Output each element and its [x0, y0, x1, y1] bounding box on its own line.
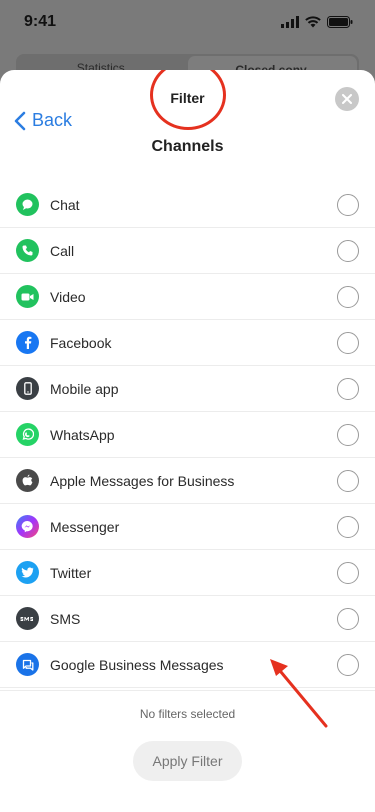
channel-row-call[interactable]: Call — [0, 228, 375, 274]
radio-button[interactable] — [337, 239, 359, 262]
channel-row-facebook[interactable]: Facebook — [0, 320, 375, 366]
radio-button[interactable] — [337, 377, 359, 400]
channel-label: SMS — [50, 610, 81, 627]
wifi-icon — [305, 16, 321, 28]
channel-row-apple-messages[interactable]: Apple Messages for Business — [0, 458, 375, 504]
back-button[interactable]: Back — [14, 110, 72, 131]
phone-icon — [16, 239, 39, 262]
channel-label: WhatsApp — [50, 426, 115, 443]
status-bar: 9:41 — [0, 0, 375, 44]
radio-button[interactable] — [337, 331, 359, 354]
chevron-left-icon — [14, 111, 26, 130]
mobile-app-icon — [16, 377, 39, 400]
channel-label: Chat — [50, 196, 80, 213]
facebook-icon — [16, 331, 39, 354]
channel-row-whatsapp[interactable]: WhatsApp — [0, 412, 375, 458]
battery-icon — [327, 16, 353, 28]
radio-button[interactable] — [337, 653, 359, 676]
radio-button[interactable] — [337, 285, 359, 308]
close-button[interactable] — [335, 87, 359, 111]
annotation-circle — [150, 70, 226, 130]
status-icons — [281, 16, 353, 28]
chat-icon — [16, 193, 39, 216]
sms-icon — [16, 607, 39, 630]
annotation-arrow — [270, 659, 328, 728]
channel-row-video[interactable]: Video — [0, 274, 375, 320]
channel-row-mobile-app[interactable]: Mobile app — [0, 366, 375, 412]
sheet-header: Filter Back Channels — [0, 70, 375, 174]
signal-icon — [281, 16, 299, 28]
channel-list: Chat Call Video Facebook Mobile app What… — [0, 182, 375, 688]
channels-title: Channels — [151, 138, 224, 155]
channel-row-sms[interactable]: SMS — [0, 596, 375, 642]
channel-label: Video — [50, 288, 86, 305]
channel-row-twitter[interactable]: Twitter — [0, 550, 375, 596]
apple-icon — [16, 469, 39, 492]
whatsapp-icon — [16, 423, 39, 446]
channel-label: Twitter — [50, 564, 92, 581]
radio-button[interactable] — [337, 423, 359, 446]
google-business-messages-icon — [16, 653, 39, 676]
channel-row-chat[interactable]: Chat — [0, 182, 375, 228]
radio-button[interactable] — [337, 193, 359, 216]
back-label: Back — [32, 110, 73, 130]
radio-button[interactable] — [337, 561, 359, 584]
status-time: 9:41 — [24, 13, 57, 30]
channel-label: Mobile app — [50, 380, 119, 397]
video-icon — [16, 285, 39, 308]
channel-label: Call — [50, 242, 75, 259]
radio-button[interactable] — [337, 607, 359, 630]
close-icon — [342, 94, 352, 104]
messenger-icon — [16, 515, 39, 538]
channel-label: Messenger — [50, 518, 120, 535]
channel-row-messenger[interactable]: Messenger — [0, 504, 375, 550]
radio-button[interactable] — [337, 515, 359, 538]
channel-label: Facebook — [50, 334, 112, 351]
radio-button[interactable] — [337, 469, 359, 492]
channel-label: Apple Messages for Business — [50, 472, 235, 489]
apply-filter-button[interactable]: Apply Filter — [133, 741, 242, 781]
twitter-icon — [16, 561, 39, 584]
